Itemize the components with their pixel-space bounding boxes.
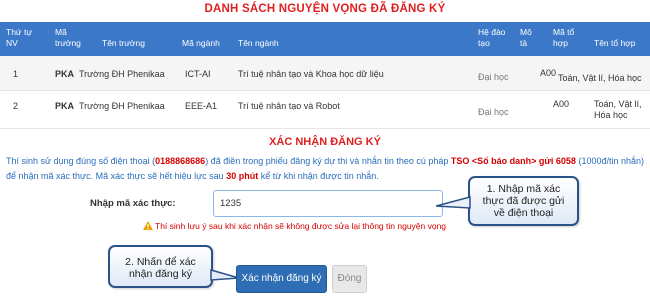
- verification-code-input[interactable]: [213, 190, 443, 217]
- header-description: Mô tả: [520, 27, 532, 49]
- header-description-line1: Mô: [520, 27, 532, 37]
- row-combo-name: Toán, Vật lí, Hóa học: [558, 73, 642, 83]
- row-order: 1: [13, 69, 19, 79]
- row-school-name: Trường ĐH Phenikaa: [79, 69, 165, 79]
- table-row: 1 PKA Trường ĐH Phenikaa ICT-AI Trí tuệ …: [0, 56, 650, 91]
- header-school-code-line2: trường: [55, 38, 81, 48]
- row-major-code: EEE-A1: [185, 101, 218, 111]
- header-training-type-line1: Hệ đào: [478, 27, 506, 37]
- header-school-code-line1: Mã: [55, 27, 67, 37]
- header-training-type: Hệ đào tạo: [478, 27, 505, 49]
- info-text-2: ) đã điền trong phiếu đăng ký dự thi và …: [205, 156, 451, 166]
- row-training-type: Đại học: [478, 107, 509, 117]
- code-label: Nhập mã xác thực:: [90, 198, 176, 209]
- callout-step-2: 2. Nhấn để xác nhận đăng ký: [108, 245, 213, 288]
- callout-step-1-pointer: [436, 196, 471, 209]
- row-school-name: Trường ĐH Phenikaa: [79, 101, 165, 111]
- confirm-registration-button[interactable]: Xác nhận đăng ký: [236, 265, 327, 293]
- header-order-line2: NV: [6, 38, 18, 48]
- row-combo-name-line1: Toán, Vật lí,: [594, 99, 642, 109]
- row-combo-name: Toán, Vật lí, Hóa học: [594, 99, 642, 121]
- confirm-title: XÁC NHẬN ĐĂNG KÝ: [269, 136, 381, 148]
- header-order: Thứ tự NV: [6, 27, 32, 49]
- header-order-line1: Thứ tự: [6, 27, 33, 37]
- info-text-1: Thí sinh sử dụng đúng số điện thoại (: [6, 156, 156, 166]
- row-school-code: PKA: [55, 101, 75, 111]
- warning-icon: [143, 221, 153, 230]
- row-training-type: Đại học: [478, 72, 509, 82]
- table-header: Thứ tự NV Mã trường Tên trường Mã ngành …: [0, 22, 650, 56]
- header-major-code: Mã ngành: [182, 38, 220, 48]
- row-major-name: Trí tuệ nhân tạo và Khoa học dữ liệu: [238, 69, 384, 79]
- row-school-code: PKA: [55, 69, 75, 79]
- callout-step-1: 1. Nhập mã xác thực đã được gửi về điện …: [468, 176, 579, 226]
- header-school-code: Mã trường: [55, 27, 81, 49]
- row-combo-name-line2: Hóa học: [594, 110, 628, 120]
- table-row: 2 PKA Trường ĐH Phenikaa EEE-A1 Trí tuệ …: [0, 91, 650, 129]
- sms-syntax: TSO <Số báo danh> gửi 6058: [450, 156, 576, 166]
- expire-time: 30 phút: [226, 171, 259, 181]
- nguyen-vong-table: Thứ tự NV Mã trường Tên trường Mã ngành …: [0, 22, 650, 129]
- row-combo-code: A00: [553, 99, 570, 109]
- header-major-name: Tên ngành: [238, 38, 279, 48]
- phone-number: 0188868686: [155, 156, 206, 166]
- header-school-name: Tên trường: [102, 38, 145, 48]
- header-training-type-line2: tạo: [478, 38, 490, 48]
- row-order: 2: [13, 101, 19, 111]
- close-button[interactable]: Đóng: [332, 265, 367, 293]
- header-combo-code-line2: hợp: [553, 38, 569, 48]
- warning-text: Thí sinh lưu ý sau khi xác nhận sẽ không…: [155, 221, 447, 231]
- info-text-4: kể từ khi nhận được tin nhắn.: [258, 171, 379, 181]
- row-major-name: Trí tuệ nhân tạo và Robot: [238, 101, 340, 111]
- header-description-line2: tả: [520, 38, 528, 48]
- header-combo-code-line1: Mã tổ: [553, 27, 575, 37]
- header-combo-name: Tên tổ hợp: [594, 38, 636, 48]
- row-combo-code: A00: [540, 68, 557, 78]
- header-combo-code: Mã tổ hợp: [553, 27, 574, 49]
- row-major-code: ICT-AI: [185, 69, 211, 79]
- list-title: DANH SÁCH NGUYỆN VỌNG ĐÃ ĐĂNG KÝ: [204, 3, 446, 15]
- warning-message: Thí sinh lưu ý sau khi xác nhận sẽ không…: [143, 221, 446, 231]
